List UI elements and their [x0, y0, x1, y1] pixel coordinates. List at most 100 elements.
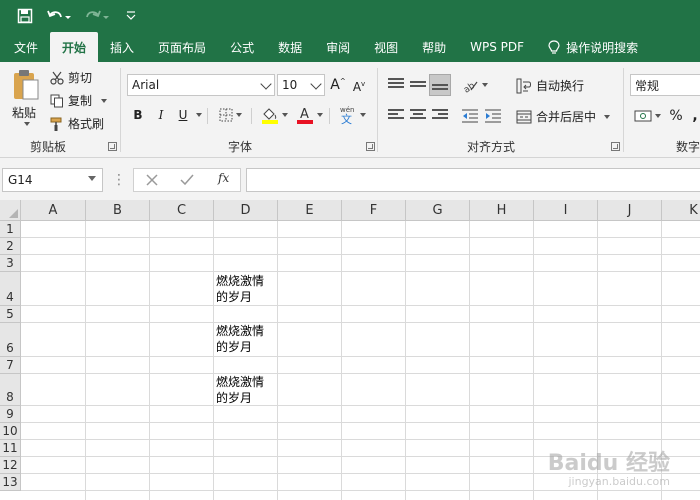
name-box[interactable]: G14	[2, 168, 103, 192]
formula-bar-resize-handle[interactable]: ⋮	[112, 170, 126, 190]
cell-d6[interactable]: 燃烧激情 的岁月	[216, 323, 278, 355]
align-left-button[interactable]	[386, 107, 406, 125]
column-header-j[interactable]: J	[598, 200, 662, 221]
table-row[interactable]	[21, 323, 700, 357]
font-launcher-button[interactable]	[366, 142, 375, 151]
font-name-select[interactable]: Arial	[127, 74, 275, 96]
formula-input[interactable]	[246, 168, 700, 192]
column-header-k[interactable]: K	[662, 200, 700, 221]
fill-color-button[interactable]	[259, 105, 289, 125]
tab-page-layout[interactable]: 页面布局	[146, 32, 218, 62]
undo-icon	[47, 10, 71, 19]
increase-indent-button[interactable]	[482, 107, 504, 125]
table-row[interactable]	[21, 374, 700, 406]
orientation-button[interactable]: ab	[459, 75, 489, 95]
copy-button[interactable]: 复制	[50, 92, 108, 109]
row-header-13[interactable]: 13	[0, 474, 21, 491]
row-header-2[interactable]: 2	[0, 238, 21, 255]
redo-button[interactable]	[82, 5, 112, 27]
phonetic-guide-button[interactable]: wén 文	[336, 104, 368, 126]
tab-insert[interactable]: 插入	[98, 32, 146, 62]
column-header-d[interactable]: D	[214, 200, 278, 221]
align-center-button[interactable]	[408, 107, 428, 125]
top-align-button[interactable]	[386, 75, 406, 95]
customize-quick-access-button[interactable]	[120, 5, 142, 27]
column-header-f[interactable]: F	[342, 200, 406, 221]
cancel-button[interactable]	[143, 172, 161, 188]
font-size-select[interactable]: 10	[277, 74, 325, 96]
row-header-9[interactable]: 9	[0, 406, 21, 423]
align-left-icon	[388, 109, 404, 123]
table-row[interactable]	[21, 357, 700, 374]
table-row[interactable]	[21, 306, 700, 323]
tab-wps-pdf[interactable]: WPS PDF	[458, 32, 536, 62]
merge-chevron-down-icon[interactable]	[604, 114, 611, 119]
paste-chevron-down-icon[interactable]	[24, 122, 30, 126]
tab-home[interactable]: 开始	[50, 32, 99, 62]
merge-center-button[interactable]: 合并后居中	[516, 108, 611, 125]
tell-me-search[interactable]: 操作说明搜索	[536, 32, 650, 62]
tab-help[interactable]: 帮助	[410, 32, 458, 62]
wrap-text-button[interactable]: 自动换行	[516, 77, 584, 94]
font-color-button[interactable]: A	[294, 105, 324, 125]
row-header-10[interactable]: 10	[0, 423, 21, 440]
cut-button[interactable]: 剪切	[50, 69, 92, 86]
lightbulb-icon	[548, 39, 560, 54]
column-header-g[interactable]: G	[406, 200, 470, 221]
tab-file[interactable]: 文件	[0, 32, 50, 62]
select-all-button[interactable]	[0, 200, 21, 221]
table-row[interactable]	[21, 406, 700, 423]
italic-button[interactable]: I	[153, 106, 169, 124]
table-row[interactable]	[21, 238, 700, 255]
spreadsheet-grid[interactable]: A B C D E F G H I J K 1 2 3 4 燃烧激情 的岁月 5…	[0, 200, 700, 500]
comma-style-button[interactable]: ,	[688, 106, 700, 126]
insert-function-button[interactable]: fx	[218, 171, 229, 185]
undo-button[interactable]	[44, 5, 74, 27]
row-header-4[interactable]: 4	[0, 272, 21, 306]
tab-view[interactable]: 视图	[362, 32, 410, 62]
column-header-c[interactable]: C	[150, 200, 214, 221]
column-header-h[interactable]: H	[470, 200, 534, 221]
middle-align-button[interactable]	[408, 75, 428, 95]
percent-style-button[interactable]: %	[666, 106, 686, 126]
row-header-7[interactable]: 7	[0, 357, 21, 374]
tab-data[interactable]: 数据	[266, 32, 314, 62]
save-button[interactable]	[14, 5, 36, 27]
column-header-b[interactable]: B	[86, 200, 150, 221]
cell-d4[interactable]: 燃烧激情 的岁月	[216, 273, 278, 305]
column-header-i[interactable]: I	[534, 200, 598, 221]
borders-button[interactable]	[216, 106, 244, 124]
tab-formulas[interactable]: 公式	[218, 32, 266, 62]
underline-button[interactable]: U	[175, 106, 191, 124]
alignment-launcher-button[interactable]	[611, 142, 620, 151]
align-right-button[interactable]	[430, 107, 450, 125]
table-row[interactable]	[21, 423, 700, 440]
decrease-font-size-button[interactable]: Av	[350, 78, 368, 96]
cell-d8[interactable]: 燃烧激情 的岁月	[216, 374, 278, 406]
decrease-indent-button[interactable]	[459, 107, 481, 125]
number-format-select[interactable]: 常规	[630, 74, 700, 96]
table-row[interactable]	[21, 255, 700, 272]
row-header-12[interactable]: 12	[0, 457, 21, 474]
bold-button[interactable]: B	[130, 106, 146, 124]
clipboard-launcher-button[interactable]	[108, 142, 117, 151]
accounting-format-button[interactable]	[632, 106, 662, 126]
font-color-chevron-down-icon	[316, 113, 323, 117]
row-header-5[interactable]: 5	[0, 306, 21, 323]
row-header-11[interactable]: 11	[0, 440, 21, 457]
column-header-e[interactable]: E	[278, 200, 342, 221]
row-header-6[interactable]: 6	[0, 323, 21, 357]
column-header-a[interactable]: A	[21, 200, 86, 221]
increase-font-size-button[interactable]: A^	[329, 76, 347, 94]
copy-chevron-down-icon[interactable]	[101, 98, 108, 103]
bottom-align-button[interactable]	[429, 74, 451, 96]
row-header-3[interactable]: 3	[0, 255, 21, 272]
row-header-8[interactable]: 8	[0, 374, 21, 406]
format-painter-button[interactable]: 格式刷	[50, 115, 104, 132]
table-row[interactable]	[21, 272, 700, 306]
enter-button[interactable]	[178, 172, 196, 188]
tab-review[interactable]: 审阅	[314, 32, 362, 62]
row-header-1[interactable]: 1	[0, 221, 21, 238]
underline-dropdown-button[interactable]	[193, 106, 202, 124]
table-row[interactable]	[21, 221, 700, 238]
